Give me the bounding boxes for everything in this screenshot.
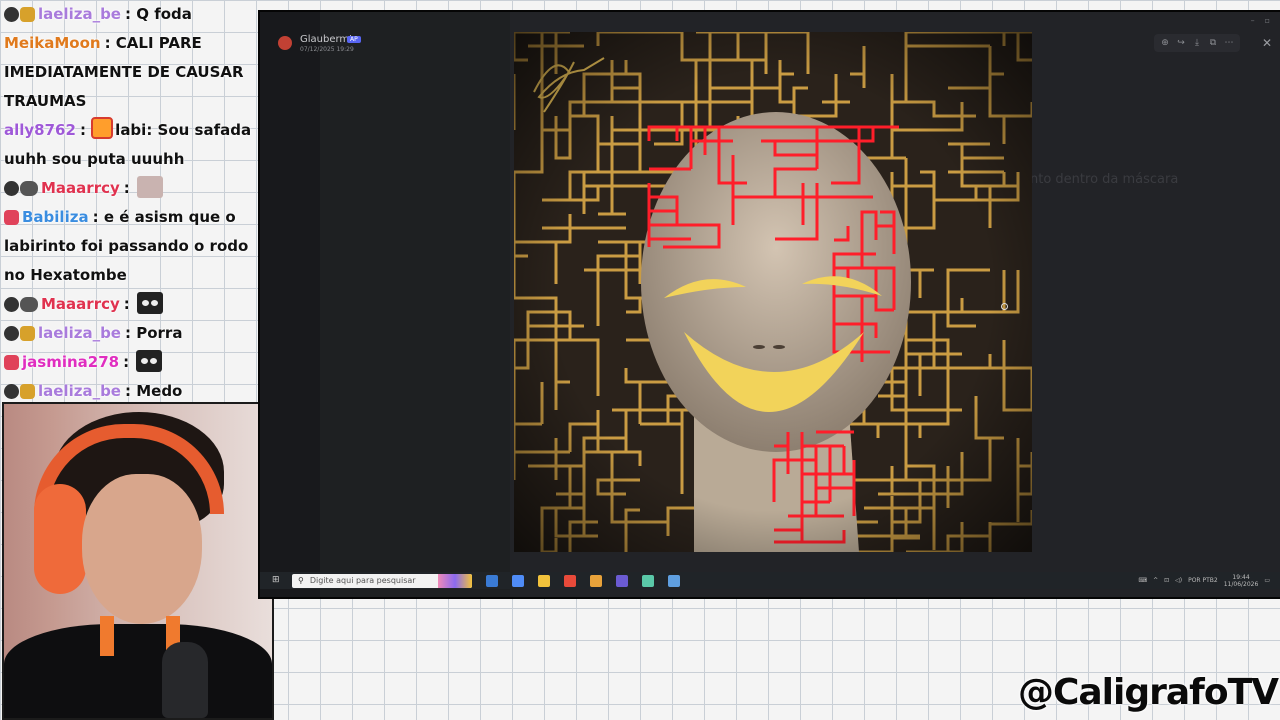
shared-artwork-image[interactable]: [514, 32, 1032, 552]
taskbar-app-icon[interactable]: [486, 574, 498, 587]
close-icon[interactable]: ✕: [1262, 36, 1272, 50]
viewer-toolbar: ⊕ ↪ ⤓ ⧉ ⋯: [1154, 34, 1240, 52]
moon-badge-icon: [4, 297, 19, 312]
forward-icon[interactable]: ↪: [1176, 38, 1186, 48]
maximize-icon[interactable]: ▫: [1265, 16, 1270, 25]
user-badges: [4, 384, 35, 399]
mask-maze-drawing: [514, 32, 1032, 552]
channel-watermark: @CaligrafoTV: [1017, 672, 1279, 713]
chat-message: MeikaMoon: CALI PARE IMEDIATAMENTE DE CA…: [4, 34, 244, 110]
search-placeholder: Digite aqui para pesquisar: [309, 576, 416, 585]
taskbar-app-icon[interactable]: [512, 574, 524, 587]
chat-emote-icon: [136, 350, 163, 372]
poster-avatar[interactable]: [278, 36, 292, 50]
chat-username[interactable]: Maaarrcy: [41, 179, 120, 197]
taskbar-app-icon[interactable]: [616, 574, 628, 587]
screen-capture: Glaubermts AP 07/12/2025 19:29 – ▫ ⊕ ↪ ⤓…: [258, 10, 1280, 599]
keyboard-icon[interactable]: ⌨: [1138, 577, 1147, 584]
chat-message: Babiliza: e é asism que o labirinto foi …: [4, 208, 249, 284]
windows-taskbar: ⊞ ⚲ Digite aqui para pesquisar ⌨ ^ ⊡ ◁) …: [260, 572, 1280, 589]
chat-text: Porra: [136, 324, 183, 342]
chat-username[interactable]: laeliza_be: [38, 324, 121, 342]
user-badges: [4, 181, 38, 196]
taskbar-app-icon[interactable]: [590, 574, 602, 587]
chat-username[interactable]: laeliza_be: [38, 382, 121, 400]
heart-badge-icon: [4, 210, 19, 225]
smile-badge-icon: [20, 384, 35, 399]
smile-badge-icon: [20, 326, 35, 341]
moon-badge-icon: [4, 384, 19, 399]
open-external-icon[interactable]: ⧉: [1208, 38, 1218, 48]
clock-date: 11/06/2026: [1223, 580, 1259, 588]
tag-badge-icon: [20, 181, 38, 196]
tray-language[interactable]: POR PTB2: [1188, 577, 1218, 584]
heart-badge-icon: [4, 355, 19, 370]
user-badges: [4, 355, 19, 370]
headphone-cup: [34, 484, 86, 594]
taskbar-clock[interactable]: 19:44 11/06/2026: [1224, 574, 1259, 588]
microphone: [162, 642, 208, 718]
user-badges: [4, 7, 35, 22]
chat-username[interactable]: ally8762: [4, 121, 76, 139]
mouse-cursor: [1001, 303, 1008, 310]
clock-time: 19:44: [1232, 573, 1250, 581]
taskbar-apps: [472, 574, 680, 587]
volume-icon[interactable]: ◁): [1175, 577, 1182, 584]
more-icon[interactable]: ⋯: [1224, 38, 1234, 48]
chat-message: laeliza_be: Q foda: [0, 0, 262, 29]
download-icon[interactable]: ⤓: [1192, 38, 1202, 48]
user-badges: [4, 326, 35, 341]
taskbar-app-icon[interactable]: [668, 574, 680, 587]
chat-message: laeliza_be: Porra: [0, 319, 262, 348]
streamer-face: [82, 474, 202, 624]
user-badges: [4, 210, 19, 225]
chat-text: Medo: [136, 382, 183, 400]
post-timestamp: 07/12/2025 19:29: [300, 46, 354, 53]
windows-start-icon[interactable]: ⊞: [272, 575, 286, 587]
taskbar-app-icon[interactable]: [564, 574, 576, 587]
chat-emote-icon: [137, 176, 163, 198]
moon-badge-icon: [4, 7, 19, 22]
chat-message: laeliza_be: Medo: [0, 377, 262, 400]
chat-message: Maaarrcy:: [0, 174, 262, 203]
search-icon: ⚲: [298, 576, 304, 585]
minimize-icon[interactable]: –: [1251, 16, 1255, 25]
taskbar-app-icon[interactable]: [538, 574, 550, 587]
window-controls: – ▫: [1251, 16, 1270, 25]
chat-message: ally8762: labi: Sou safada uuhh sou puta…: [0, 116, 262, 174]
chat-username[interactable]: laeliza_be: [38, 5, 121, 23]
zoom-icon[interactable]: ⊕: [1160, 38, 1170, 48]
chat-overlay: laeliza_be: Q foda MeikaMoon: CALI PARE I…: [0, 0, 262, 400]
chat-username[interactable]: jasmina278: [22, 353, 119, 371]
notification-icon[interactable]: ▭: [1264, 577, 1270, 584]
webcam-feed: [2, 402, 274, 720]
chat-username[interactable]: Babiliza: [22, 208, 89, 226]
chat-emote-icon: [137, 292, 163, 314]
network-icon[interactable]: ⊡: [1164, 577, 1169, 584]
user-badges: [4, 297, 38, 312]
inline-emote-icon: [91, 117, 114, 139]
chat-text: Q foda: [136, 5, 192, 23]
chat-username[interactable]: Maaarrcy: [41, 295, 120, 313]
tag-badge-icon: [20, 297, 38, 312]
background-message-text: nto dentro da máscara: [1030, 172, 1179, 187]
poster-badge: AP: [347, 36, 361, 43]
taskbar-app-icon[interactable]: [642, 574, 654, 587]
smile-badge-icon: [20, 7, 35, 22]
search-highlight-image: [438, 573, 472, 588]
chat-message: jasmina278:: [0, 348, 262, 377]
tray-chevron-icon[interactable]: ^: [1153, 577, 1158, 584]
system-tray: ⌨ ^ ⊡ ◁) POR PTB2 19:44 11/06/2026 ▭: [1138, 574, 1270, 588]
moon-badge-icon: [4, 181, 19, 196]
moon-badge-icon: [4, 326, 19, 341]
chat-username[interactable]: MeikaMoon: [4, 34, 101, 52]
chat-message: Maaarrcy:: [0, 290, 262, 319]
taskbar-search[interactable]: ⚲ Digite aqui para pesquisar: [292, 573, 472, 588]
